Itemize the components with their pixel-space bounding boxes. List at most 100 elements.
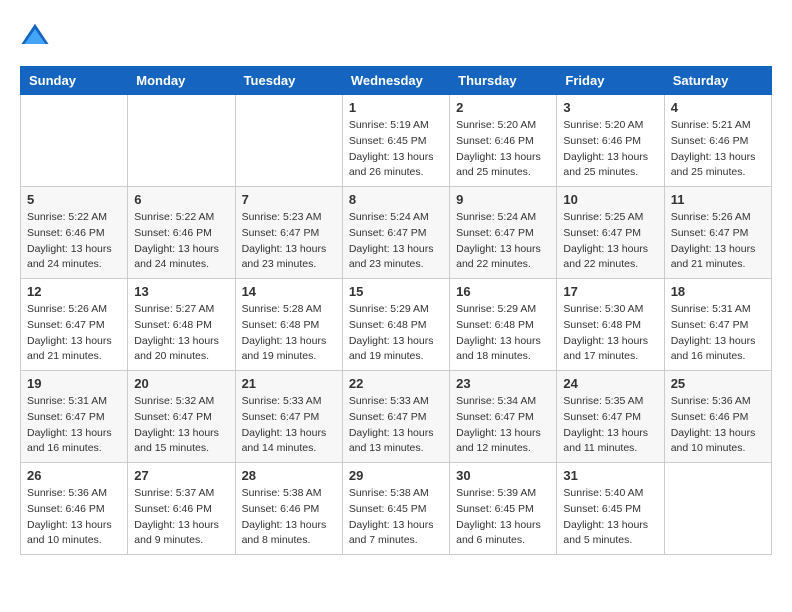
calendar-cell	[664, 463, 771, 555]
day-info: Sunrise: 5:36 AM Sunset: 6:46 PM Dayligh…	[27, 486, 121, 549]
day-number: 4	[671, 100, 765, 115]
calendar-cell: 21Sunrise: 5:33 AM Sunset: 6:47 PM Dayli…	[235, 371, 342, 463]
day-number: 17	[563, 284, 657, 299]
calendar-cell: 20 Sunrise: 5:32 AM Sunset: 6:47 PM Dayli…	[128, 371, 235, 463]
calendar-cell: 25Sunrise: 5:36 AM Sunset: 6:46 PM Dayli…	[664, 371, 771, 463]
day-number: 3	[563, 100, 657, 115]
day-number: 18	[671, 284, 765, 299]
day-info: Sunrise: 5:33 AM Sunset: 6:47 PM Dayligh…	[242, 394, 336, 457]
calendar-cell	[128, 95, 235, 187]
day-number: 22	[349, 376, 443, 391]
calendar-cell	[21, 95, 128, 187]
day-info: Sunrise: 5:32 AM Sunset: 6:47 PM Dayligh…	[134, 394, 228, 457]
logo-icon	[20, 20, 50, 50]
calendar-cell: 31 Sunrise: 5:40 AM Sunset: 6:45 PM Dayli…	[557, 463, 664, 555]
calendar-cell	[235, 95, 342, 187]
day-info: Sunrise: 5:22 AM Sunset: 6:46 PM Dayligh…	[27, 210, 121, 273]
day-info: Sunrise: 5:24 AM Sunset: 6:47 PM Dayligh…	[349, 210, 443, 273]
day-number: 5	[27, 192, 121, 207]
day-info: Sunrise: 5:33 AM Sunset: 6:47 PM Dayligh…	[349, 394, 443, 457]
weekday-header: Saturday	[664, 67, 771, 95]
day-number: 6	[134, 192, 228, 207]
calendar-cell: 6 Sunrise: 5:22 AM Sunset: 6:46 PM Daylig…	[128, 187, 235, 279]
day-info: Sunrise: 5:25 AM Sunset: 6:47 PM Dayligh…	[563, 210, 657, 273]
day-number: 13	[134, 284, 228, 299]
calendar-cell: 27Sunrise: 5:37 AM Sunset: 6:46 PM Dayli…	[128, 463, 235, 555]
day-number: 11	[671, 192, 765, 207]
day-number: 29	[349, 468, 443, 483]
day-number: 24	[563, 376, 657, 391]
calendar-cell: 17 Sunrise: 5:30 AM Sunset: 6:48 PM Dayli…	[557, 279, 664, 371]
weekday-header: Monday	[128, 67, 235, 95]
calendar-cell: 29 Sunrise: 5:38 AM Sunset: 6:45 PM Dayli…	[342, 463, 449, 555]
day-info: Sunrise: 5:37 AM Sunset: 6:46 PM Dayligh…	[134, 486, 228, 549]
calendar-cell: 12 Sunrise: 5:26 AM Sunset: 6:47 PM Dayli…	[21, 279, 128, 371]
day-number: 25	[671, 376, 765, 391]
day-info: Sunrise: 5:38 AM Sunset: 6:46 PM Dayligh…	[242, 486, 336, 549]
calendar-cell: 3 Sunrise: 5:20 AM Sunset: 6:46 PM Daylig…	[557, 95, 664, 187]
day-number: 8	[349, 192, 443, 207]
calendar-week-row: 5 Sunrise: 5:22 AM Sunset: 6:46 PM Daylig…	[21, 187, 772, 279]
day-number: 2	[456, 100, 550, 115]
calendar-cell: 13 Sunrise: 5:27 AM Sunset: 6:48 PM Dayli…	[128, 279, 235, 371]
calendar-header-row: SundayMondayTuesdayWednesdayThursdayFrid…	[21, 67, 772, 95]
day-number: 12	[27, 284, 121, 299]
day-number: 20	[134, 376, 228, 391]
day-number: 9	[456, 192, 550, 207]
calendar-cell: 16 Sunrise: 5:29 AM Sunset: 6:48 PM Dayli…	[450, 279, 557, 371]
day-info: Sunrise: 5:40 AM Sunset: 6:45 PM Dayligh…	[563, 486, 657, 549]
day-info: Sunrise: 5:20 AM Sunset: 6:46 PM Dayligh…	[563, 118, 657, 181]
calendar-cell: 4Sunrise: 5:21 AM Sunset: 6:46 PM Daylig…	[664, 95, 771, 187]
calendar-cell: 2 Sunrise: 5:20 AM Sunset: 6:46 PM Daylig…	[450, 95, 557, 187]
calendar-week-row: 26 Sunrise: 5:36 AM Sunset: 6:46 PM Dayli…	[21, 463, 772, 555]
day-info: Sunrise: 5:30 AM Sunset: 6:48 PM Dayligh…	[563, 302, 657, 365]
day-info: Sunrise: 5:27 AM Sunset: 6:48 PM Dayligh…	[134, 302, 228, 365]
day-info: Sunrise: 5:38 AM Sunset: 6:45 PM Dayligh…	[349, 486, 443, 549]
calendar-cell: 24 Sunrise: 5:35 AM Sunset: 6:47 PM Dayli…	[557, 371, 664, 463]
calendar-cell: 8 Sunrise: 5:24 AM Sunset: 6:47 PM Daylig…	[342, 187, 449, 279]
calendar-week-row: 1 Sunrise: 5:19 AM Sunset: 6:45 PM Daylig…	[21, 95, 772, 187]
day-number: 26	[27, 468, 121, 483]
calendar-cell: 5 Sunrise: 5:22 AM Sunset: 6:46 PM Daylig…	[21, 187, 128, 279]
calendar-cell: 15 Sunrise: 5:29 AM Sunset: 6:48 PM Dayli…	[342, 279, 449, 371]
day-info: Sunrise: 5:26 AM Sunset: 6:47 PM Dayligh…	[27, 302, 121, 365]
calendar-cell: 23 Sunrise: 5:34 AM Sunset: 6:47 PM Dayli…	[450, 371, 557, 463]
page-header	[20, 20, 772, 50]
day-info: Sunrise: 5:31 AM Sunset: 6:47 PM Dayligh…	[27, 394, 121, 457]
calendar-cell: 1 Sunrise: 5:19 AM Sunset: 6:45 PM Daylig…	[342, 95, 449, 187]
day-number: 23	[456, 376, 550, 391]
day-number: 31	[563, 468, 657, 483]
day-number: 1	[349, 100, 443, 115]
day-number: 30	[456, 468, 550, 483]
calendar-cell: 26 Sunrise: 5:36 AM Sunset: 6:46 PM Dayli…	[21, 463, 128, 555]
logo	[20, 20, 54, 50]
weekday-header: Tuesday	[235, 67, 342, 95]
calendar-week-row: 12 Sunrise: 5:26 AM Sunset: 6:47 PM Dayli…	[21, 279, 772, 371]
day-info: Sunrise: 5:22 AM Sunset: 6:46 PM Dayligh…	[134, 210, 228, 273]
calendar-table: SundayMondayTuesdayWednesdayThursdayFrid…	[20, 66, 772, 555]
day-info: Sunrise: 5:29 AM Sunset: 6:48 PM Dayligh…	[349, 302, 443, 365]
calendar-cell: 14Sunrise: 5:28 AM Sunset: 6:48 PM Dayli…	[235, 279, 342, 371]
day-info: Sunrise: 5:19 AM Sunset: 6:45 PM Dayligh…	[349, 118, 443, 181]
day-number: 14	[242, 284, 336, 299]
weekday-header: Sunday	[21, 67, 128, 95]
day-info: Sunrise: 5:29 AM Sunset: 6:48 PM Dayligh…	[456, 302, 550, 365]
day-number: 28	[242, 468, 336, 483]
calendar-cell: 7Sunrise: 5:23 AM Sunset: 6:47 PM Daylig…	[235, 187, 342, 279]
day-number: 19	[27, 376, 121, 391]
day-number: 15	[349, 284, 443, 299]
weekday-header: Friday	[557, 67, 664, 95]
day-number: 10	[563, 192, 657, 207]
day-number: 16	[456, 284, 550, 299]
calendar-cell: 11 Sunrise: 5:26 AM Sunset: 6:47 PM Dayli…	[664, 187, 771, 279]
calendar-cell: 19 Sunrise: 5:31 AM Sunset: 6:47 PM Dayli…	[21, 371, 128, 463]
day-info: Sunrise: 5:24 AM Sunset: 6:47 PM Dayligh…	[456, 210, 550, 273]
day-info: Sunrise: 5:20 AM Sunset: 6:46 PM Dayligh…	[456, 118, 550, 181]
weekday-header: Thursday	[450, 67, 557, 95]
calendar-cell: 28 Sunrise: 5:38 AM Sunset: 6:46 PM Dayli…	[235, 463, 342, 555]
calendar-cell: 10 Sunrise: 5:25 AM Sunset: 6:47 PM Dayli…	[557, 187, 664, 279]
day-info: Sunrise: 5:35 AM Sunset: 6:47 PM Dayligh…	[563, 394, 657, 457]
day-info: Sunrise: 5:34 AM Sunset: 6:47 PM Dayligh…	[456, 394, 550, 457]
day-info: Sunrise: 5:26 AM Sunset: 6:47 PM Dayligh…	[671, 210, 765, 273]
day-number: 7	[242, 192, 336, 207]
